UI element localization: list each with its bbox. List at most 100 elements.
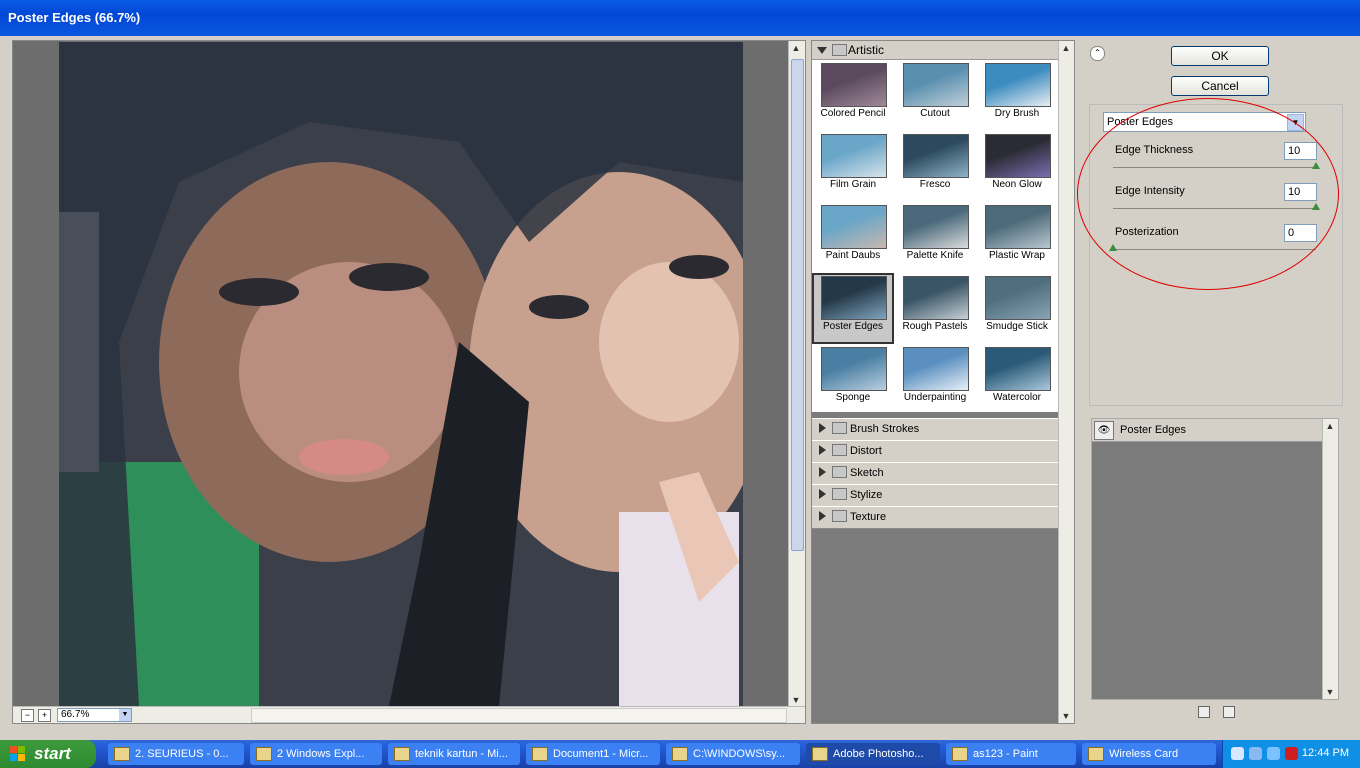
filter-thumb-neon-glow[interactable]: Neon Glow <box>976 131 1058 202</box>
category-artistic[interactable]: Artistic <box>812 41 1058 60</box>
preview-pane[interactable]: ▲ ▼ − + 66.7% ▼ <box>12 40 806 724</box>
effect-layer-row[interactable]: 👁 Poster Edges <box>1092 419 1322 442</box>
category-label: Texture <box>850 511 887 523</box>
scroll-down-icon[interactable]: ▼ <box>1323 685 1337 699</box>
start-button[interactable]: start <box>0 740 96 768</box>
taskbar-button[interactable]: 2. SEURIEUS - 0... <box>108 743 244 765</box>
edge-intensity-input[interactable]: 10 <box>1284 183 1317 201</box>
filter-thumb-poster-edges[interactable]: Poster Edges <box>812 273 894 344</box>
preview-vertical-scrollbar[interactable]: ▲ ▼ <box>788 41 805 707</box>
category-brush-strokes[interactable]: Brush Strokes <box>812 418 1058 441</box>
expand-down-icon <box>817 47 827 54</box>
taskbar-button[interactable]: C:\WINDOWS\sy... <box>666 743 800 765</box>
chevron-down-icon: ▼ <box>1287 114 1304 131</box>
folder-icon <box>832 44 847 56</box>
filter-thumb-fresco[interactable]: Fresco <box>894 131 976 202</box>
cancel-button[interactable]: Cancel <box>1171 76 1269 96</box>
filter-preview-image <box>985 347 1051 391</box>
taskbar-button-label: 2. SEURIEUS - 0... <box>135 748 229 760</box>
expand-right-icon <box>819 467 826 477</box>
layers-scrollbar[interactable]: ▲ ▼ <box>1322 419 1338 699</box>
filter-preview-image <box>985 134 1051 178</box>
title-bar: Poster Edges (66.7%) <box>0 0 1360 36</box>
preview-horizontal-scrollbar[interactable] <box>251 708 787 723</box>
category-sketch[interactable]: Sketch <box>812 462 1058 485</box>
filter-thumb-palette-knife[interactable]: Palette Knife <box>894 202 976 273</box>
taskbar-button[interactable]: Adobe Photosho... <box>806 743 940 765</box>
posterization-slider[interactable] <box>1113 249 1316 250</box>
edge-intensity-slider-handle[interactable] <box>1312 203 1320 210</box>
taskbar-button[interactable]: 2 Windows Expl... <box>250 743 382 765</box>
start-label: start <box>34 744 71 763</box>
filter-label: Palette Knife <box>906 250 964 261</box>
filter-select[interactable]: Poster Edges ▼ <box>1103 112 1306 132</box>
taskbar-button-label: 2 Windows Expl... <box>277 748 365 760</box>
filter-label: Colored Pencil <box>820 108 886 119</box>
category-distort[interactable]: Distort <box>812 440 1058 463</box>
filter-preview-image <box>985 63 1051 107</box>
zoom-in-button[interactable]: + <box>38 709 51 722</box>
network-icon[interactable] <box>1249 747 1262 760</box>
filter-thumb-smudge-stick[interactable]: Smudge Stick <box>976 273 1058 344</box>
eye-icon[interactable]: 👁 <box>1094 421 1114 440</box>
filter-thumb-paint-daubs[interactable]: Paint Daubs <box>812 202 894 273</box>
edge-intensity-slider[interactable] <box>1113 208 1316 209</box>
edge-thickness-slider-handle[interactable] <box>1312 162 1320 169</box>
edge-thickness-input[interactable]: 10 <box>1284 142 1317 160</box>
taskbar-button[interactable]: teknik kartun - Mi... <box>388 743 520 765</box>
category-stylize[interactable]: Stylize <box>812 484 1058 507</box>
filter-label: Film Grain <box>829 179 877 190</box>
filter-preview-image <box>985 205 1051 249</box>
expand-right-icon <box>819 511 826 521</box>
taskbar-button-label: Wireless Card <box>1109 748 1179 760</box>
tray-arrow-icon[interactable] <box>1231 747 1244 760</box>
app-icon <box>256 747 272 762</box>
scroll-down-icon[interactable]: ▼ <box>1059 709 1073 723</box>
filter-thumb-cutout[interactable]: Cutout <box>894 60 976 131</box>
scroll-up-icon[interactable]: ▲ <box>1323 419 1337 433</box>
filter-thumb-plastic-wrap[interactable]: Plastic Wrap <box>976 202 1058 273</box>
posterization-slider-handle[interactable] <box>1109 244 1117 251</box>
collapse-gallery-icon[interactable]: ⌃ <box>1090 46 1105 61</box>
filter-thumb-film-grain[interactable]: Film Grain <box>812 131 894 202</box>
filter-label: Smudge Stick <box>986 321 1048 332</box>
new-effect-layer-icon[interactable] <box>1198 706 1210 718</box>
ati-icon[interactable] <box>1285 747 1298 760</box>
filter-gallery: Artistic Colored Pencil Cutout Dry Brush Fi… <box>811 40 1075 724</box>
scroll-down-icon[interactable]: ▼ <box>789 693 803 707</box>
category-label: Brush Strokes <box>850 423 920 435</box>
ok-button[interactable]: OK <box>1171 46 1269 66</box>
zoom-select[interactable]: 66.7% ▼ <box>57 708 132 722</box>
filter-preview-image <box>903 276 969 320</box>
edge-thickness-slider[interactable] <box>1113 167 1316 168</box>
delete-effect-layer-icon[interactable] <box>1223 706 1236 718</box>
filter-label: Paint Daubs <box>825 250 881 261</box>
filter-thumb-dry-brush[interactable]: Dry Brush <box>976 60 1058 131</box>
category-label: Stylize <box>850 489 883 501</box>
windows-logo-icon <box>10 746 25 761</box>
taskbar-button[interactable]: Wireless Card <box>1082 743 1216 765</box>
taskbar-button[interactable]: as123 - Paint <box>946 743 1076 765</box>
filter-thumb-rough-pastels[interactable]: Rough Pastels <box>894 273 976 344</box>
scroll-thumb[interactable] <box>791 59 804 551</box>
wireless-icon[interactable] <box>1267 747 1280 760</box>
posterization-label: Posterization <box>1115 226 1179 238</box>
filter-preview-image <box>821 63 887 107</box>
filter-thumb-underpainting[interactable]: Underpainting <box>894 344 976 415</box>
layer-actions <box>1198 706 1245 721</box>
filter-thumb-sponge[interactable]: Sponge <box>812 344 894 415</box>
gallery-scrollbar[interactable]: ▲ ▼ <box>1058 41 1074 723</box>
scroll-up-icon[interactable]: ▲ <box>789 41 803 55</box>
folder-icon <box>832 422 847 434</box>
posterization-input[interactable]: 0 <box>1284 224 1317 242</box>
zoom-out-button[interactable]: − <box>21 709 34 722</box>
taskbar-button-label: Adobe Photosho... <box>833 748 924 760</box>
scroll-up-icon[interactable]: ▲ <box>1059 41 1073 55</box>
edge-thickness-label: Edge Thickness <box>1115 144 1194 156</box>
filter-thumb-watercolor[interactable]: Watercolor <box>976 344 1058 415</box>
filter-thumb-colored-pencil[interactable]: Colored Pencil <box>812 60 894 131</box>
filter-preview-image <box>903 134 969 178</box>
category-texture[interactable]: Texture <box>812 506 1058 529</box>
filter-preview-image <box>903 347 969 391</box>
taskbar-button[interactable]: Document1 - Micr... <box>526 743 660 765</box>
